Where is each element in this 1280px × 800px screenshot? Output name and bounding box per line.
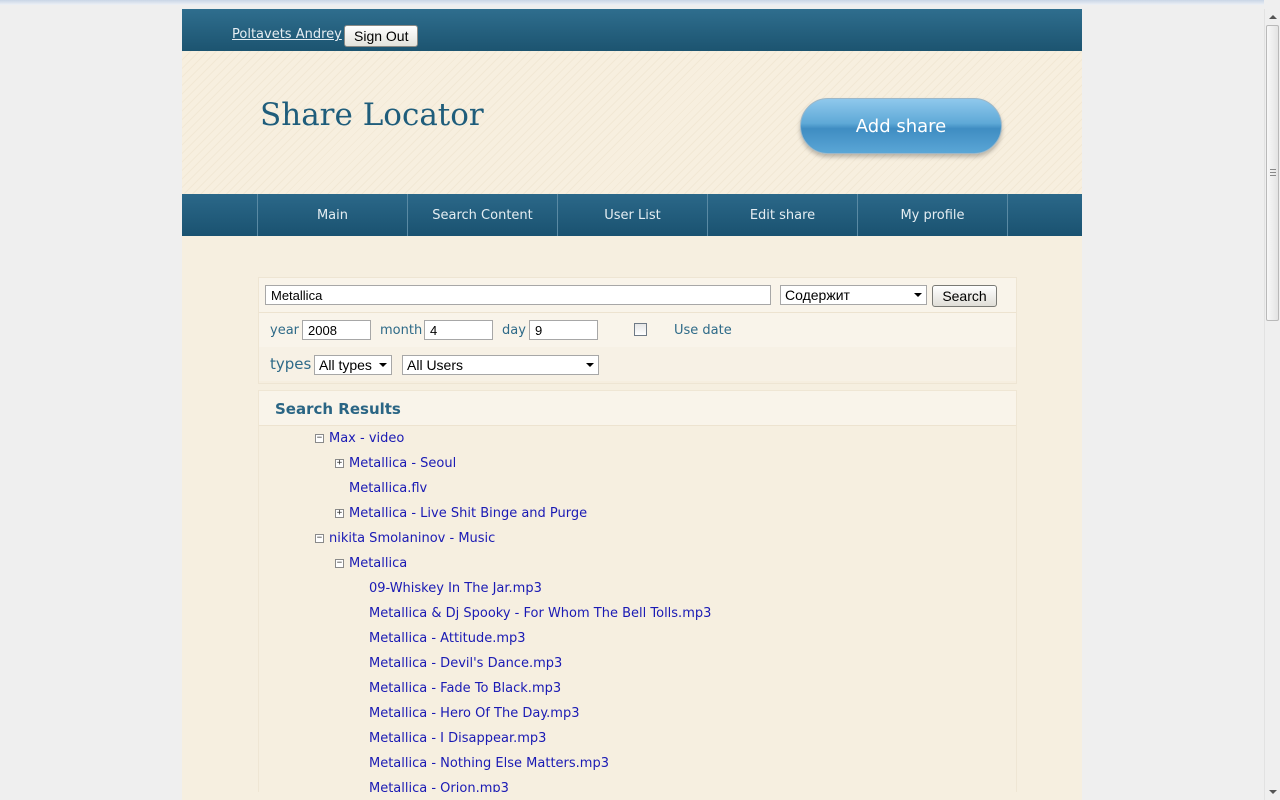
tree-item-label[interactable]: Metallica - Fade To Black.mp3 [369, 681, 561, 696]
tree-item[interactable]: Metallica - Nothing Else Matters.mp3 [355, 753, 609, 773]
tree-item-label[interactable]: 09-Whiskey In The Jar.mp3 [369, 581, 542, 596]
results-title: Search Results [275, 400, 401, 418]
tree-item[interactable]: Metallica - I Disappear.mp3 [355, 728, 546, 748]
types-value: All types [319, 357, 372, 373]
chevron-down-icon [586, 363, 594, 367]
match-mode-value: Содержит [785, 287, 850, 303]
chevron-down-icon [914, 293, 922, 297]
types-select[interactable]: All types [314, 355, 392, 375]
month-input[interactable] [424, 320, 493, 340]
tree-item-label[interactable]: Metallica - I Disappear.mp3 [369, 731, 546, 746]
results-header: Search Results [259, 391, 1016, 426]
tree-item-label[interactable]: Metallica - Live Shit Binge and Purge [349, 506, 587, 521]
tree-item-label[interactable]: Metallica - Nothing Else Matters.mp3 [369, 756, 609, 771]
tree-item[interactable]: Metallica & Dj Spooky - For Whom The Bel… [355, 603, 711, 623]
day-input[interactable] [529, 320, 598, 340]
expand-icon[interactable]: + [335, 508, 344, 518]
filter-row: types All types All Users [259, 347, 1016, 381]
tree-item-label[interactable]: Metallica - Seoul [349, 456, 456, 471]
collapse-icon[interactable]: − [315, 433, 324, 443]
tree-item[interactable]: + Metallica - Seoul [335, 453, 456, 473]
tree-item[interactable]: Metallica - Fade To Black.mp3 [355, 678, 561, 698]
scroll-up-arrow-icon[interactable] [1265, 9, 1280, 25]
tree-item[interactable]: + Metallica - Live Shit Binge and Purge [335, 503, 587, 523]
tree-item[interactable]: − nikita Smolaninov - Music [315, 528, 495, 548]
search-button[interactable]: Search [932, 285, 997, 307]
tree-item-label[interactable]: Metallica.flv [349, 481, 427, 496]
collapse-icon[interactable]: − [335, 558, 344, 568]
search-input[interactable] [265, 285, 771, 305]
day-label: day [502, 323, 526, 338]
expand-icon[interactable]: + [335, 458, 344, 468]
scroll-down-arrow-icon[interactable] [1265, 784, 1280, 800]
users-select[interactable]: All Users [402, 355, 599, 375]
tree-item-label[interactable]: nikita Smolaninov - Music [329, 531, 495, 546]
tree-item-label[interactable]: Metallica - Attitude.mp3 [369, 631, 526, 646]
tree-item[interactable]: − Metallica [335, 553, 407, 573]
search-row: Содержит Search [259, 278, 1016, 313]
tree-item[interactable]: Metallica - Attitude.mp3 [355, 628, 526, 648]
tree-item-label[interactable]: Metallica & Dj Spooky - For Whom The Bel… [369, 606, 711, 621]
tree-item[interactable]: Metallica - Orion.mp3 [355, 778, 509, 793]
use-date-label[interactable]: Use date [674, 323, 732, 338]
date-row: year month day Use date [259, 313, 1016, 348]
grip-icon [1270, 169, 1276, 176]
tree-item-label[interactable]: Metallica - Orion.mp3 [369, 781, 509, 793]
year-label: year [270, 323, 300, 338]
month-label: month [380, 323, 423, 338]
search-panel: Содержит Search year month day Use date … [258, 277, 1017, 384]
tree-item-label[interactable]: Max - video [329, 431, 404, 446]
year-input[interactable] [302, 320, 371, 340]
types-label: types [270, 355, 312, 373]
use-date-checkbox[interactable] [634, 323, 647, 336]
match-mode-select[interactable]: Содержит [780, 285, 927, 305]
tree-item-label[interactable]: Metallica [349, 556, 407, 571]
tree-item[interactable]: Metallica.flv [335, 478, 427, 498]
tree-item-label[interactable]: Metallica - Devil's Dance.mp3 [369, 656, 562, 671]
search-results-panel: Search Results − Max - video + Metallica - … [258, 390, 1017, 792]
chevron-down-icon [379, 363, 387, 367]
page-scrollbar[interactable] [1264, 9, 1280, 800]
scrollbar-thumb[interactable] [1266, 25, 1279, 321]
tree-item-label[interactable]: Metallica - Hero Of The Day.mp3 [369, 706, 580, 721]
users-value: All Users [407, 357, 464, 373]
tree-item[interactable]: − Max - video [315, 428, 404, 448]
tree-item[interactable]: Metallica - Hero Of The Day.mp3 [355, 703, 580, 723]
collapse-icon[interactable]: − [315, 533, 324, 543]
tree-item[interactable]: 09-Whiskey In The Jar.mp3 [355, 578, 542, 598]
tree-item[interactable]: Metallica - Devil's Dance.mp3 [355, 653, 562, 673]
